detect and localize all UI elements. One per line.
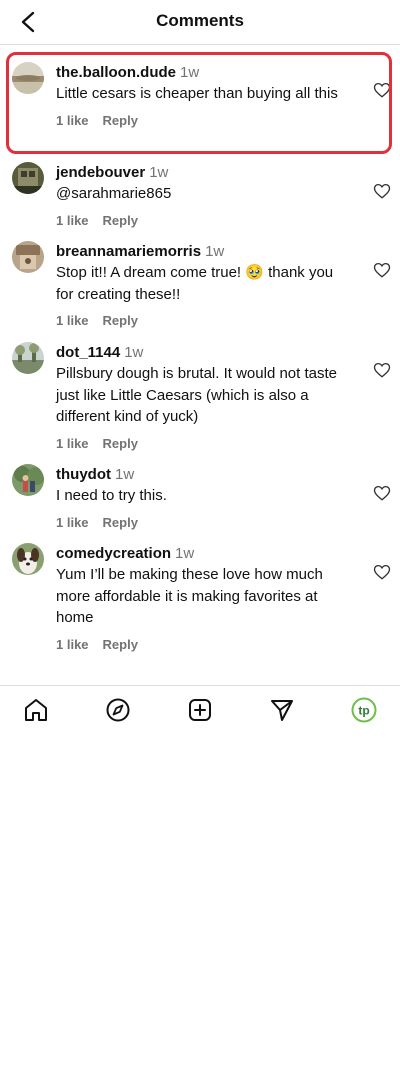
comment-username[interactable]: breannamariemorris xyxy=(56,243,201,260)
comment-text: Yum I’ll be making these love how much m… xyxy=(56,566,323,626)
heart-icon[interactable] xyxy=(373,81,391,99)
reply-button[interactable]: Reply xyxy=(103,113,138,128)
like-count[interactable]: 1 like xyxy=(56,313,89,328)
comment-time: 1w xyxy=(149,164,169,181)
page-title: Comments xyxy=(156,11,244,30)
heart-icon[interactable] xyxy=(373,484,391,502)
profile-avatar: tp xyxy=(351,697,377,723)
heart-icon[interactable] xyxy=(373,261,391,279)
send-icon xyxy=(271,700,293,721)
avatar[interactable] xyxy=(12,342,44,374)
reply-button[interactable]: Reply xyxy=(103,213,138,228)
like-count[interactable]: 1 like xyxy=(56,213,89,228)
avatar[interactable] xyxy=(12,241,44,273)
reply-button[interactable]: Reply xyxy=(103,637,138,652)
avatar[interactable] xyxy=(12,464,44,496)
nav-send[interactable] xyxy=(268,696,296,724)
comment-text: Stop it!! A dream come true! 🥹 thank you… xyxy=(56,264,334,303)
reply-button[interactable]: Reply xyxy=(103,436,138,451)
comment-time: 1w xyxy=(114,466,135,483)
nav-profile[interactable]: tp xyxy=(350,696,378,724)
like-count[interactable]: 1 like xyxy=(56,436,89,451)
avatar[interactable] xyxy=(12,543,44,575)
create-icon xyxy=(189,699,211,721)
profile-initials: tp xyxy=(358,704,369,718)
comment-text: @sarahmarie865 xyxy=(56,185,172,202)
like-count[interactable]: 1 like xyxy=(56,113,89,128)
comment-time: 1w xyxy=(180,64,200,81)
avatar[interactable] xyxy=(12,62,44,94)
reply-button[interactable]: Reply xyxy=(103,313,138,328)
heart-icon[interactable] xyxy=(373,563,391,581)
heart-icon[interactable] xyxy=(373,361,391,379)
avatar[interactable] xyxy=(12,162,44,194)
comment-time: 1w xyxy=(124,344,144,361)
top-bar: Comments xyxy=(0,0,400,45)
like-count[interactable]: 1 like xyxy=(56,515,89,530)
comment-username[interactable]: comedycreation xyxy=(56,545,171,562)
comment-username[interactable]: jendebouver xyxy=(56,164,145,181)
comment-username[interactable]: thuydot xyxy=(56,466,111,483)
comment-text: Little cesars is cheaper than buying all… xyxy=(56,85,338,102)
comment-text: I need to try this. xyxy=(56,487,167,504)
bottom-navigation: tp xyxy=(0,685,400,734)
explore-icon xyxy=(106,698,130,722)
nav-home[interactable] xyxy=(22,696,50,724)
reply-button[interactable]: Reply xyxy=(103,515,138,530)
comment-time: 1w xyxy=(205,243,225,260)
comment-text: Pillsbury dough is brutal. It would not … xyxy=(56,365,337,425)
nav-explore[interactable] xyxy=(104,696,132,724)
like-count[interactable]: 1 like xyxy=(56,637,89,652)
comment-username[interactable]: dot_1144 xyxy=(56,344,120,361)
nav-create[interactable] xyxy=(186,696,214,724)
home-icon xyxy=(25,699,47,721)
comment-username[interactable]: the.balloon.dude xyxy=(56,64,176,81)
heart-icon[interactable] xyxy=(373,182,391,200)
comment-time: 1w xyxy=(175,545,195,562)
